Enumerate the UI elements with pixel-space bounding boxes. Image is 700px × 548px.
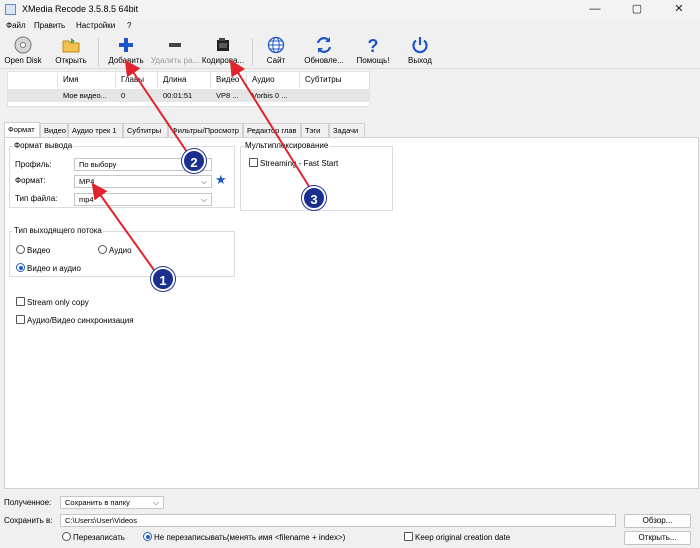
callout-badge-2: 2: [182, 149, 206, 173]
arrow-to-add: [124, 59, 188, 153]
callout-badge-1: 1: [151, 267, 175, 291]
arrow-to-encode: [229, 59, 311, 189]
arrow-to-format: [91, 182, 155, 271]
annotation-arrows: [91, 59, 311, 271]
callout-badge-3: 3: [302, 186, 326, 210]
